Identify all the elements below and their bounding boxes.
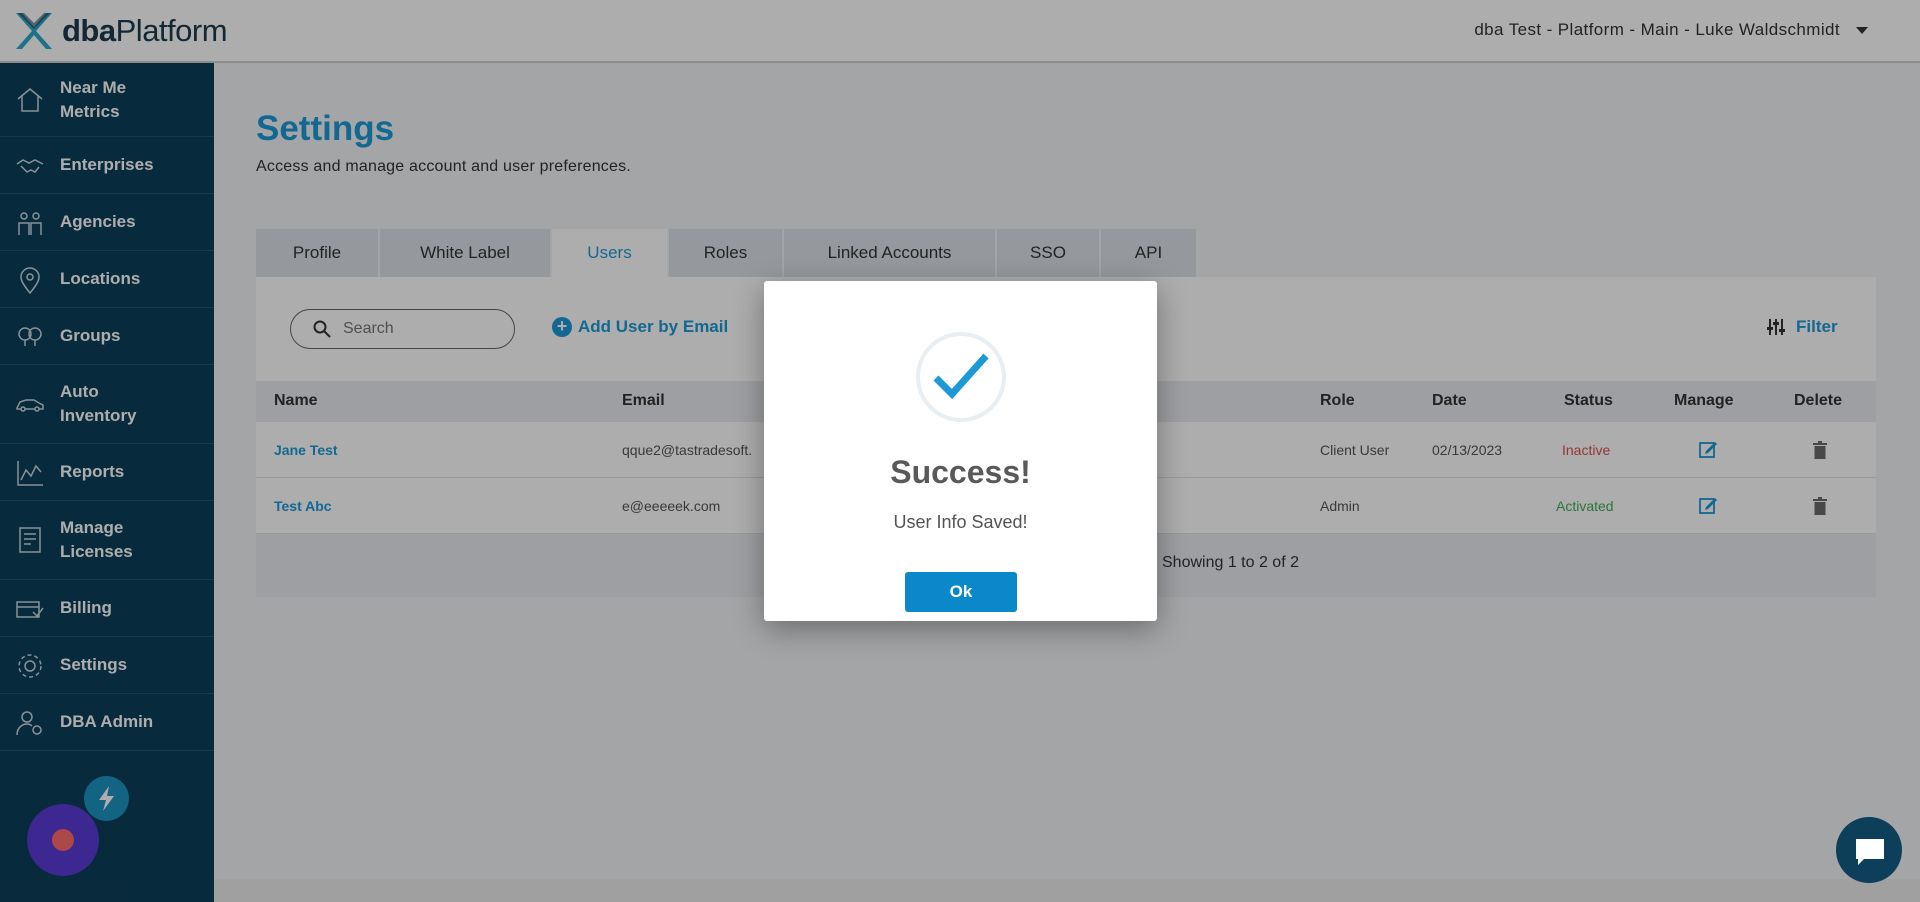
success-check-icon [916,332,1006,422]
success-dialog: Success! User Info Saved! Ok [764,281,1157,621]
chat-bubble-icon [1856,839,1884,865]
ok-button[interactable]: Ok [905,572,1017,612]
dialog-message: User Info Saved! [893,512,1028,532]
chat-widget-button[interactable] [1836,817,1902,883]
dialog-title: Success! [890,454,1031,490]
